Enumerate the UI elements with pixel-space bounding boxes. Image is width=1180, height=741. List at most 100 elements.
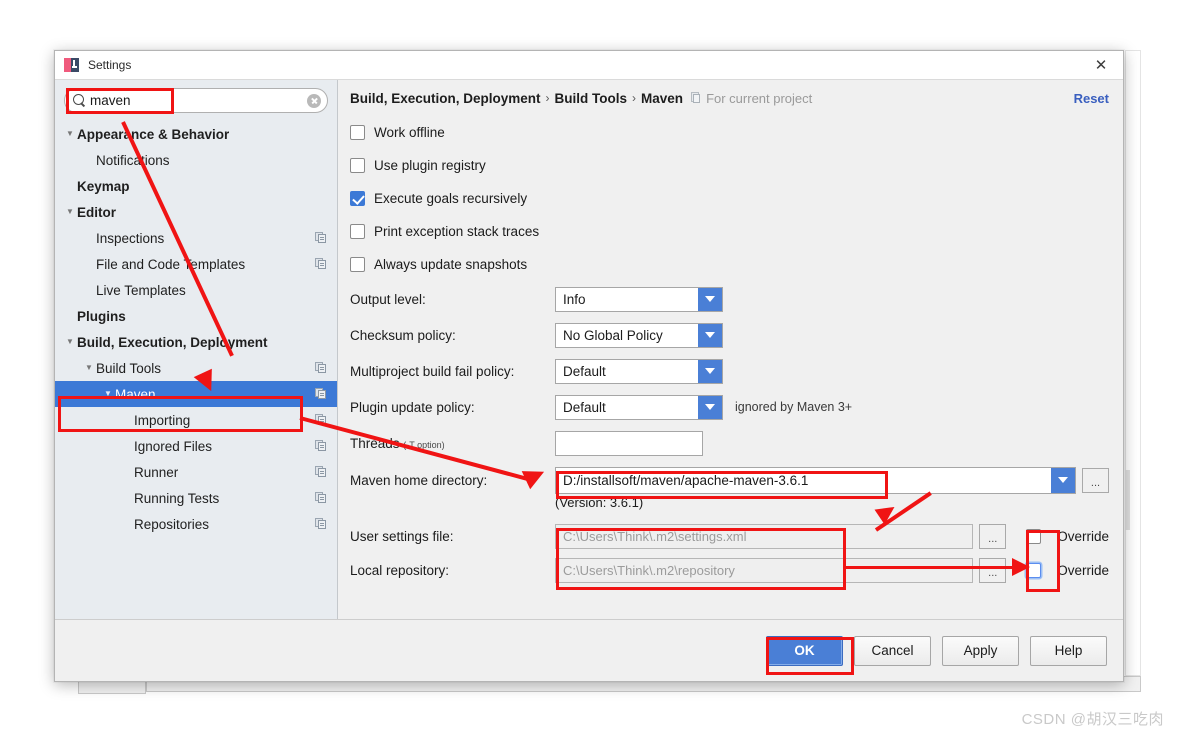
local-repository-override[interactable]: Override	[1026, 562, 1109, 578]
chevron-down-icon[interactable]	[698, 359, 722, 383]
checkbox-print-exception-stack-traces[interactable]	[350, 224, 365, 239]
apply-button[interactable]: Apply	[942, 635, 1019, 666]
sidebar-item-label: Keymap	[77, 178, 130, 194]
sidebar-item-editor[interactable]: ▼ Editor	[55, 199, 337, 225]
breadcrumb-part-2[interactable]: Build Tools	[555, 91, 628, 106]
local-repository-input[interactable]: C:\Users\Think\.m2\repository	[555, 557, 974, 583]
chevron-down-icon[interactable]	[698, 323, 722, 347]
combo-output-level[interactable]: Info	[555, 286, 723, 312]
checkbox-row[interactable]: Work offline	[350, 116, 1109, 149]
sidebar-item-plugins[interactable]: ▼Plugins	[55, 303, 337, 329]
chevron-down-icon[interactable]: ▼	[63, 338, 77, 346]
sidebar-item-notifications[interactable]: ▼Notifications	[55, 147, 337, 173]
sidebar-item-file-and-code-templates[interactable]: ▼File and Code Templates	[55, 251, 337, 277]
settings-form: Work offline Use plugin registry Execute g…	[338, 116, 1123, 619]
sidebar-item-live-templates[interactable]: ▼Live Templates	[55, 277, 337, 303]
chevron-down-icon[interactable]	[698, 395, 722, 419]
sidebar-item-label: Maven	[115, 386, 156, 402]
local-repository-row: Local repository: C:\Users\Think\.m2\rep…	[350, 553, 1109, 587]
copy-settings-icon[interactable]	[315, 388, 327, 400]
maven-home-combo[interactable]: D:/installsoft/maven/apache-maven-3.6.1	[555, 466, 1076, 494]
copy-settings-icon[interactable]	[315, 492, 327, 504]
copy-settings-icon[interactable]	[315, 414, 327, 426]
cancel-button[interactable]: Cancel	[854, 635, 931, 666]
chevron-down-icon[interactable]: ▼	[63, 130, 77, 138]
watermark: CSDN @胡汉三吃肉	[1021, 711, 1164, 728]
combo-value: Default	[563, 399, 606, 415]
sidebar-item-label: Appearance & Behavior	[77, 126, 230, 142]
sidebar-item-runner[interactable]: ▼Runner	[55, 459, 337, 485]
search-input[interactable]	[90, 90, 307, 111]
maven-home-browse-button[interactable]: ...	[1082, 467, 1109, 493]
checkbox-row[interactable]: Use plugin registry	[350, 149, 1109, 182]
close-icon[interactable]: ✕	[1079, 51, 1123, 79]
local-repository-label: Local repository:	[350, 562, 450, 578]
project-scope-icon	[691, 92, 702, 104]
sidebar-item-build-tools[interactable]: ▼ Build Tools	[55, 355, 337, 381]
user-settings-override[interactable]: Override	[1026, 528, 1109, 544]
sidebar-item-label: Build Tools	[96, 360, 162, 376]
maven-home-row: Maven home directory: D:/installsoft/mav…	[350, 461, 1109, 499]
chevron-down-icon[interactable]: ▼	[63, 208, 77, 216]
checkbox-execute-goals-recursively[interactable]	[350, 191, 365, 206]
sidebar-item-build-execution-deployment[interactable]: ▼ Build, Execution, Deployment	[55, 329, 337, 355]
sidebar-item-appearance-behavior[interactable]: ▼ Appearance & Behavior	[55, 121, 337, 147]
sidebar-item-label: Notifications	[96, 152, 170, 168]
checkbox-row[interactable]: Print exception stack traces	[350, 215, 1109, 248]
copy-settings-icon[interactable]	[315, 362, 327, 374]
checkbox-work-offline[interactable]	[350, 125, 365, 140]
chevron-down-icon[interactable]	[698, 287, 722, 311]
chevron-down-icon[interactable]: ▼	[82, 364, 96, 372]
combo-label: Multiproject build fail policy:	[350, 363, 515, 379]
checkbox-row[interactable]: Always update snapshots	[350, 248, 1109, 281]
combo-label: Plugin update policy:	[350, 399, 475, 415]
combo-multiproject-build-fail-policy[interactable]: Default	[555, 358, 723, 384]
sidebar-item-inspections[interactable]: ▼Inspections	[55, 225, 337, 251]
combo-label: Output level:	[350, 291, 426, 307]
user-settings-override-label: Override	[1057, 528, 1109, 544]
clear-icon[interactable]	[307, 93, 321, 108]
copy-settings-icon[interactable]	[315, 232, 327, 244]
maven-home-value[interactable]: D:/installsoft/maven/apache-maven-3.6.1	[556, 473, 1051, 488]
breadcrumb-part-3[interactable]: Maven	[641, 91, 683, 106]
user-settings-browse-button[interactable]: ...	[979, 523, 1007, 549]
combo-plugin-update-policy[interactable]: Default	[555, 394, 723, 420]
search-icon	[73, 94, 86, 107]
threads-label: Threads (-T option)	[350, 436, 555, 451]
sidebar-item-repositories[interactable]: ▼Repositories	[55, 511, 337, 537]
local-repository-override-checkbox[interactable]	[1026, 562, 1042, 578]
sidebar-item-label: Running Tests	[134, 490, 220, 506]
checkbox-use-plugin-registry[interactable]	[350, 158, 365, 173]
user-settings-input[interactable]: C:\Users\Think\.m2\settings.xml	[555, 523, 974, 549]
copy-settings-icon[interactable]	[315, 258, 327, 270]
threads-input[interactable]	[555, 430, 703, 456]
sidebar-item-label: Runner	[134, 464, 179, 480]
search-box[interactable]	[64, 88, 328, 113]
sidebar-item-label: Inspections	[96, 230, 165, 246]
copy-settings-icon[interactable]	[315, 466, 327, 478]
sidebar-item-running-tests[interactable]: ▼Running Tests	[55, 485, 337, 511]
user-settings-label: User settings file:	[350, 528, 454, 544]
copy-settings-icon[interactable]	[315, 518, 327, 530]
combo-checksum-policy[interactable]: No Global Policy	[555, 322, 723, 348]
ok-button[interactable]: OK	[766, 635, 843, 666]
sidebar-item-label: Ignored Files	[134, 438, 213, 454]
sidebar-item-maven[interactable]: ▼ Maven	[55, 381, 337, 407]
help-button[interactable]: Help	[1030, 635, 1107, 666]
checkbox-label: Work offline	[374, 125, 445, 140]
sidebar-item-keymap[interactable]: ▼Keymap	[55, 173, 337, 199]
threads-label-suffix: (-T option)	[403, 439, 445, 450]
reset-link[interactable]: Reset	[1074, 91, 1109, 106]
checkbox-always-update-snapshots[interactable]	[350, 257, 365, 272]
local-repository-browse-button[interactable]: ...	[979, 557, 1007, 583]
breadcrumb-part-1[interactable]: Build, Execution, Deployment	[350, 91, 541, 106]
chevron-down-icon[interactable]: ▼	[101, 390, 115, 398]
sidebar-item-importing[interactable]: ▼Importing	[55, 407, 337, 433]
dialog-body: ▼Appearance & Behavior▼Notifications▼Key…	[55, 80, 1123, 619]
chevron-down-icon[interactable]	[1051, 467, 1075, 493]
checkbox-row[interactable]: Execute goals recursively	[350, 182, 1109, 215]
copy-settings-icon[interactable]	[315, 440, 327, 452]
user-settings-override-checkbox[interactable]	[1026, 528, 1042, 544]
threads-row: Threads (-T option)	[350, 425, 1109, 461]
sidebar-item-ignored-files[interactable]: ▼Ignored Files	[55, 433, 337, 459]
